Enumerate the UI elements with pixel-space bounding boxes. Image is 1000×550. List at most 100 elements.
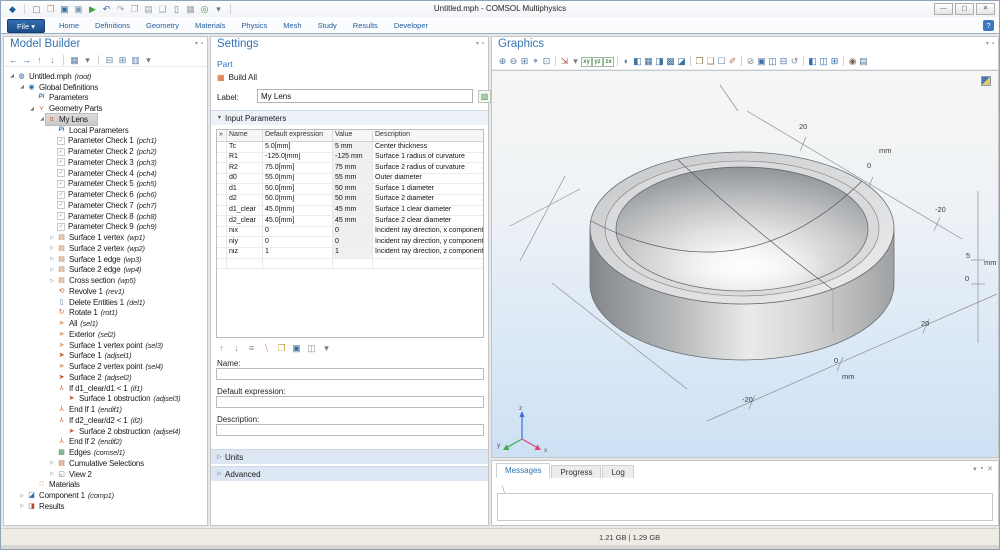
messages-tab[interactable]: Messages <box>496 463 551 478</box>
collapse-all-icon[interactable]: ⊟ <box>104 54 115 66</box>
cell-default-expression[interactable]: 75.0[mm] <box>263 163 333 173</box>
save-file-icon[interactable]: ▣ <box>291 342 302 354</box>
tree-node[interactable]: ⅄ If d2_clear/d2 < 1 (if2) <box>4 415 207 426</box>
cell-description[interactable]: Surface 1 radius of curvature <box>373 153 483 163</box>
cell-name[interactable]: Tc <box>227 142 263 152</box>
row-up-icon[interactable]: ↑ <box>216 342 227 354</box>
table-row[interactable]: d1_clear 45.0[mm] 45 mm Surface 1 clear … <box>217 205 483 217</box>
tree-node[interactable]: ▷ ◪ Component 1 (comp1) <box>4 490 207 501</box>
tree-node[interactable]: Pi Parameters <box>4 93 207 104</box>
print-icon[interactable]: ▤ <box>858 55 869 67</box>
show-options-icon[interactable]: ▦ <box>69 54 80 66</box>
find-caret-icon[interactable]: ▾ <box>213 3 224 15</box>
expand-arrow-icon[interactable]: ▷ <box>48 267 56 273</box>
ribbon-tab[interactable]: Definitions <box>87 17 138 34</box>
table-settings-icon[interactable]: ◫ <box>306 342 317 354</box>
table-row[interactable] <box>217 258 483 270</box>
messages-tab[interactable]: Progress <box>551 465 602 478</box>
expand-arrow-icon[interactable]: ▷ <box>48 278 56 284</box>
nav-forward-icon[interactable]: → <box>21 54 32 66</box>
paste-icon[interactable]: ▤ <box>143 3 154 15</box>
expand-arrow-icon[interactable]: ▷ <box>18 493 26 499</box>
copy-icon[interactable]: ❐ <box>129 3 140 15</box>
run-icon[interactable]: ▶ <box>87 3 98 15</box>
cell-default-expression[interactable] <box>263 258 333 269</box>
table-row[interactable]: d2 50.0[mm] 50 mm Surface 2 diameter <box>217 194 483 206</box>
tree-node[interactable]: ▷ ▤ Surface 2 edge (wp4) <box>4 265 207 276</box>
panel-menu-icon[interactable]: ▾ <box>973 465 977 473</box>
cell-name[interactable] <box>227 258 263 269</box>
wireframe-rendering-icon[interactable]: ▦ <box>643 55 654 67</box>
tree-node[interactable]: ➤ Surface 1 vertex point (sel3) <box>4 340 207 351</box>
table-row[interactable]: nix 0 0 Incident ray direction, x compon… <box>217 226 483 238</box>
expand-arrow-icon[interactable]: ◢ <box>38 116 46 122</box>
tree-node[interactable]: ▷ ▤ Surface 1 vertex (wp1) <box>4 232 207 243</box>
clear-table-icon[interactable]: ⧹ <box>261 342 272 354</box>
zoom-selected-icon[interactable]: ⊡ <box>541 55 552 67</box>
copy-image-icon[interactable]: ❐ <box>694 55 705 67</box>
tree-node[interactable]: ▷ ▤ Surface 2 vertex (wp2) <box>4 243 207 254</box>
ribbon-tab[interactable]: Home <box>51 17 87 34</box>
duplicate-icon[interactable]: ❏ <box>157 3 168 15</box>
ribbon-tab[interactable]: Mesh <box>275 17 309 34</box>
new-file-icon[interactable]: ▢ <box>31 3 42 15</box>
cell-default-expression[interactable]: 50.0[mm] <box>263 184 333 194</box>
surface-rendering-icon[interactable]: ◨ <box>654 55 665 67</box>
load-file-icon[interactable]: ❐ <box>276 342 287 354</box>
hide-geometry-icon[interactable]: ◪ <box>676 55 687 67</box>
graphics-canvas[interactable]: z y x 20 mm 0 -20 5 mm 0 20 0 mm -20 <box>492 70 998 457</box>
cell-default-expression[interactable]: 55.0[mm] <box>263 173 333 184</box>
find-icon[interactable]: ◎ <box>199 3 210 15</box>
tree-node[interactable]: ✓ Parameter Check 5 (pch5) <box>4 179 207 190</box>
select-all-icon[interactable]: ▦ <box>185 3 196 15</box>
tree-node[interactable]: ➤ Surface 2 obstruction (adjsel4) <box>4 426 207 437</box>
input-parameters-section-header[interactable]: ▼ Input Parameters <box>211 110 488 125</box>
open-file-icon[interactable]: ❐ <box>45 3 56 15</box>
input-parameters-table[interactable]: » Name Default expression Value Descript… <box>216 129 484 338</box>
delete-icon[interactable]: ▯ <box>171 3 182 15</box>
image-snapshot-icon[interactable]: ▣ <box>756 55 767 67</box>
row-indices-icon[interactable]: ≡ <box>246 342 257 354</box>
expand-arrow-icon[interactable]: ▷ <box>48 256 56 262</box>
zoom-box-icon[interactable]: ⊞ <box>519 55 530 67</box>
rename-icon[interactable]: ▧ <box>478 90 491 103</box>
tree-node[interactable]: ✓ Parameter Check 1 (pch1) <box>4 136 207 147</box>
cell-default-expression[interactable]: 0 <box>263 226 333 237</box>
cell-description[interactable]: Incident ray direction, x component <box>373 227 483 237</box>
view-dropdown-icon[interactable]: ▾ <box>570 55 581 67</box>
ribbon-tab[interactable]: Geometry <box>138 17 187 34</box>
cell-description[interactable]: Incident ray direction, y component <box>373 237 483 247</box>
cell-default-expression[interactable]: 45.0[mm] <box>263 205 333 216</box>
select-box-icon[interactable]: ☐ <box>716 55 727 67</box>
panel-close-icon[interactable]: ✕ <box>987 465 993 473</box>
table-row[interactable]: R1 -125.0[mm] -125 mm Surface 1 radius o… <box>217 152 483 164</box>
nav-back-icon[interactable]: ← <box>8 54 19 66</box>
table-row[interactable]: d2_clear 45.0[mm] 45 mm Surface 2 clear … <box>217 216 483 227</box>
tree-node[interactable]: ✓ Parameter Check 9 (pch9) <box>4 222 207 233</box>
window-layout-icon[interactable]: ◫ <box>818 55 829 67</box>
ribbon-tab[interactable]: Study <box>310 17 345 34</box>
undo-icon[interactable]: ↶ <box>101 3 112 15</box>
cell-default-expression[interactable]: 5.0[mm] <box>263 142 333 152</box>
cell-description[interactable]: Incident ray direction, z component <box>373 248 483 258</box>
tree-node[interactable]: ➤ Surface 2 vertex point (sel4) <box>4 361 207 372</box>
cell-name[interactable]: d2_clear <box>227 216 263 226</box>
expand-arrow-icon[interactable]: ▷ <box>48 235 56 241</box>
minimize-button[interactable]: — <box>934 3 953 15</box>
table-row[interactable]: Tc 5.0[mm] 5 mm Center thickness <box>217 142 483 153</box>
advanced-section-header[interactable]: ▷ Advanced <box>211 466 488 481</box>
tree-settings-caret-icon[interactable]: ▾ <box>143 54 154 66</box>
expand-arrow-icon[interactable]: ▷ <box>48 471 56 477</box>
tree-node[interactable]: ⅄ If d1_clear/d1 < 1 (if1) <box>4 383 207 394</box>
expand-arrow-icon[interactable]: ◢ <box>18 84 26 90</box>
tree-node[interactable]: ➤ Surface 1 (adjsel1) <box>4 351 207 362</box>
table-row[interactable]: niz 1 1 Incident ray direction, z compon… <box>217 247 483 259</box>
cell-name[interactable]: d1 <box>227 184 263 194</box>
name-input[interactable] <box>216 368 484 380</box>
table-row[interactable]: niy 0 0 Incident ray direction, y compon… <box>217 237 483 248</box>
row-down-icon[interactable]: ↓ <box>231 342 242 354</box>
zoom-in-icon[interactable]: ⊕ <box>497 55 508 67</box>
app-icon[interactable]: ◆ <box>7 3 18 15</box>
tree-node[interactable]: ⅄ End If 2 (endif2) <box>4 437 207 448</box>
tree-node[interactable]: ▷ ◱ View 2 <box>4 469 207 480</box>
